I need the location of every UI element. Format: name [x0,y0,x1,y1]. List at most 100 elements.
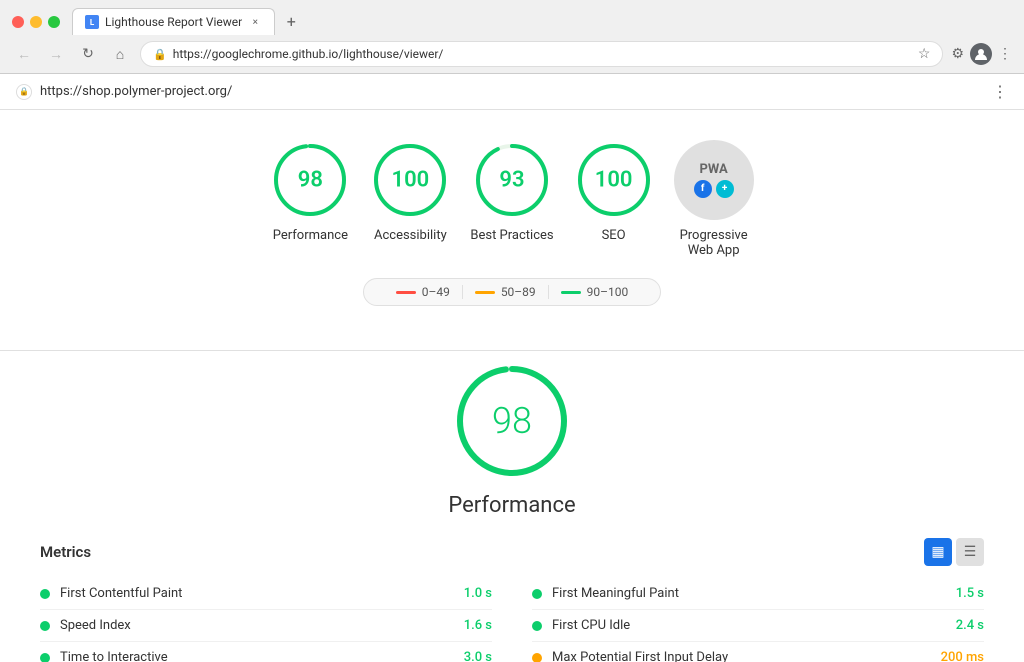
metric-row-si: Speed Index 1.6 s [40,610,492,642]
pwa-text: PWA [700,163,728,176]
pwa-icon: PWA f + [674,140,754,220]
metrics-col-0: First Contentful Paint 1.0 s Speed Index… [40,578,492,662]
extensions-icon[interactable]: ⚙ [951,46,964,62]
site-url: 🔒 https://shop.polymer-project.org/ [16,84,232,100]
metrics-title: Metrics [40,543,91,561]
tab-bar: L Lighthouse Report Viewer × + [72,8,1012,35]
metric-row-mpfid: Max Potential First Input Delay 200 ms [532,642,984,662]
pwa-badges: f + [694,180,734,198]
score-summary: 98 Performance 100 Accessibility [0,110,1024,278]
traffic-lights [12,16,60,28]
metric-dot-fcp [40,589,50,599]
performance-score: 98 [298,168,323,193]
main-score-label: Performance [448,493,575,518]
legend-item-red: 0–49 [384,285,463,299]
metrics-header: Metrics ▦ ☰ [40,538,984,566]
legend-range-green: 90–100 [587,285,629,299]
metric-dot-fmp [532,589,542,599]
metric-row-fmp: First Meaningful Paint 1.5 s [532,578,984,610]
metrics-view-toggle: ▦ ☰ [924,538,984,566]
home-button[interactable]: ⌂ [108,42,132,66]
metric-value-fci: 2.4 s [934,618,984,633]
score-circle-performance: 98 [270,140,350,220]
main-score-section: 98 Performance [0,351,1024,538]
legend-item-green: 90–100 [549,285,641,299]
forward-button[interactable]: → [44,42,68,66]
score-circle-best-practices: 93 [472,140,552,220]
metric-value-mpfid: 200 ms [934,650,984,662]
metric-dot-tti [40,653,50,662]
metric-name-mpfid: Max Potential First Input Delay [552,650,934,662]
active-tab[interactable]: L Lighthouse Report Viewer × [72,8,275,35]
score-item-accessibility: 100 Accessibility [370,140,450,243]
main-score-number: 98 [492,400,532,442]
score-circle-accessibility: 100 [370,140,450,220]
accessibility-score: 100 [392,168,430,193]
address-field[interactable]: 🔒 https://googlechrome.github.io/lightho… [140,41,943,67]
main-content: 98 Performance 100 Accessibility [0,110,1024,662]
metric-dot-fci [532,621,542,631]
legend-dash-orange [475,291,495,294]
tab-close-button[interactable]: × [248,15,262,29]
seo-score: 100 [595,168,633,193]
bookmark-icon[interactable]: ☆ [918,46,931,62]
toggle-grid-button[interactable]: ▦ [924,538,952,566]
site-bar: 🔒 https://shop.polymer-project.org/ ⋮ [0,74,1024,110]
metric-name-tti: Time to Interactive [60,650,442,662]
maximize-button[interactable] [48,16,60,28]
tab-favicon: L [85,15,99,29]
address-bar-row: ← → ↻ ⌂ 🔒 https://googlechrome.github.io… [0,35,1024,73]
metrics-grid: First Contentful Paint 1.0 s Speed Index… [40,578,984,662]
seo-label: SEO [602,228,626,243]
tab-title: Lighthouse Report Viewer [105,15,242,29]
site-favicon: 🔒 [16,84,32,100]
legend-range-orange: 50–89 [501,285,536,299]
profile-icon[interactable] [970,43,992,65]
metric-row-tti: Time to Interactive 3.0 s [40,642,492,662]
score-legend: 0–49 50–89 90–100 [363,278,662,306]
legend-dash-red [396,291,416,294]
metric-value-fmp: 1.5 s [934,586,984,601]
menu-icon[interactable]: ⋮ [998,46,1012,62]
site-menu-icon[interactable]: ⋮ [992,82,1008,101]
pwa-label: ProgressiveWeb App [680,228,748,258]
metric-name-fci: First CPU Idle [552,618,934,633]
score-item-performance: 98 Performance [270,140,350,243]
new-tab-button[interactable]: + [279,10,303,34]
metric-value-si: 1.6 s [442,618,492,633]
metrics-section: Metrics ▦ ☰ First Contentful Paint 1.0 s… [0,538,1024,662]
url-text: https://googlechrome.github.io/lighthous… [173,47,444,61]
score-item-pwa: PWA f + ProgressiveWeb App [674,140,754,258]
metric-dot-mpfid [532,653,542,662]
performance-label: Performance [273,228,348,243]
legend-item-orange: 50–89 [463,285,549,299]
back-button[interactable]: ← [12,42,36,66]
site-url-text: https://shop.polymer-project.org/ [40,84,232,99]
minimize-button[interactable] [30,16,42,28]
metric-dot-si [40,621,50,631]
pwa-badge-f: f [694,180,712,198]
score-item-best-practices: 93 Best Practices [470,140,553,243]
title-bar: L Lighthouse Report Viewer × + [0,0,1024,35]
accessibility-label: Accessibility [374,228,447,243]
refresh-button[interactable]: ↻ [76,42,100,66]
main-score-circle: 98 [452,361,572,481]
best-practices-label: Best Practices [470,228,553,243]
score-item-seo: 100 SEO [574,140,654,243]
toggle-list-button[interactable]: ☰ [956,538,984,566]
metric-value-fcp: 1.0 s [442,586,492,601]
best-practices-score: 93 [499,168,524,193]
browser-chrome: L Lighthouse Report Viewer × + ← → ↻ ⌂ 🔒… [0,0,1024,74]
metrics-col-1: First Meaningful Paint 1.5 s First CPU I… [532,578,984,662]
lock-icon: 🔒 [153,48,167,61]
metric-row-fcp: First Contentful Paint 1.0 s [40,578,492,610]
omnibox-right: ⚙ ⋮ [951,43,1012,65]
metric-row-fci: First CPU Idle 2.4 s [532,610,984,642]
metric-name-si: Speed Index [60,618,442,633]
legend-range-red: 0–49 [422,285,450,299]
address-right-icons: ☆ [918,46,931,62]
metric-name-fcp: First Contentful Paint [60,586,442,601]
legend-dash-green [561,291,581,294]
metric-value-tti: 3.0 s [442,650,492,662]
close-button[interactable] [12,16,24,28]
